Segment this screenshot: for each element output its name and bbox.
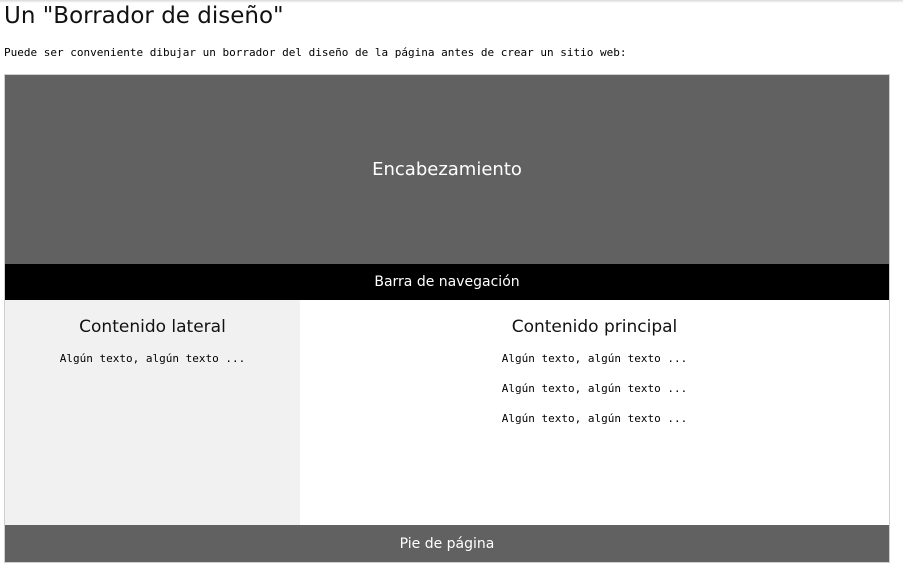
side-content: Contenido lateral Algún texto, algún tex… bbox=[5, 300, 300, 525]
mockup-header: Encabezamiento bbox=[5, 75, 889, 264]
page-title: Un "Borrador de diseño" bbox=[4, 3, 284, 29]
main-content-title: Contenido principal bbox=[511, 317, 678, 337]
side-content-title: Contenido lateral bbox=[79, 317, 226, 337]
intro-paragraph: Puede ser conveniente dibujar un borrado… bbox=[4, 46, 627, 59]
mockup-navbar: Barra de navegación bbox=[5, 264, 889, 300]
main-content-text: Algún texto, algún texto ... bbox=[501, 382, 688, 395]
mockup-footer: Pie de página bbox=[5, 525, 889, 562]
main-content-text: Algún texto, algún texto ... bbox=[501, 352, 688, 365]
side-content-text: Algún texto, algún texto ... bbox=[59, 352, 246, 365]
footer-label: Pie de página bbox=[399, 535, 495, 552]
main-content-text: Algún texto, algún texto ... bbox=[501, 412, 688, 425]
navbar-label: Barra de navegación bbox=[374, 274, 520, 290]
layout-mockup: Encabezamiento Barra de navegación Conte… bbox=[4, 74, 890, 563]
header-title: Encabezamiento bbox=[372, 159, 522, 180]
main-content: Contenido principal Algún texto, algún t… bbox=[300, 300, 889, 525]
